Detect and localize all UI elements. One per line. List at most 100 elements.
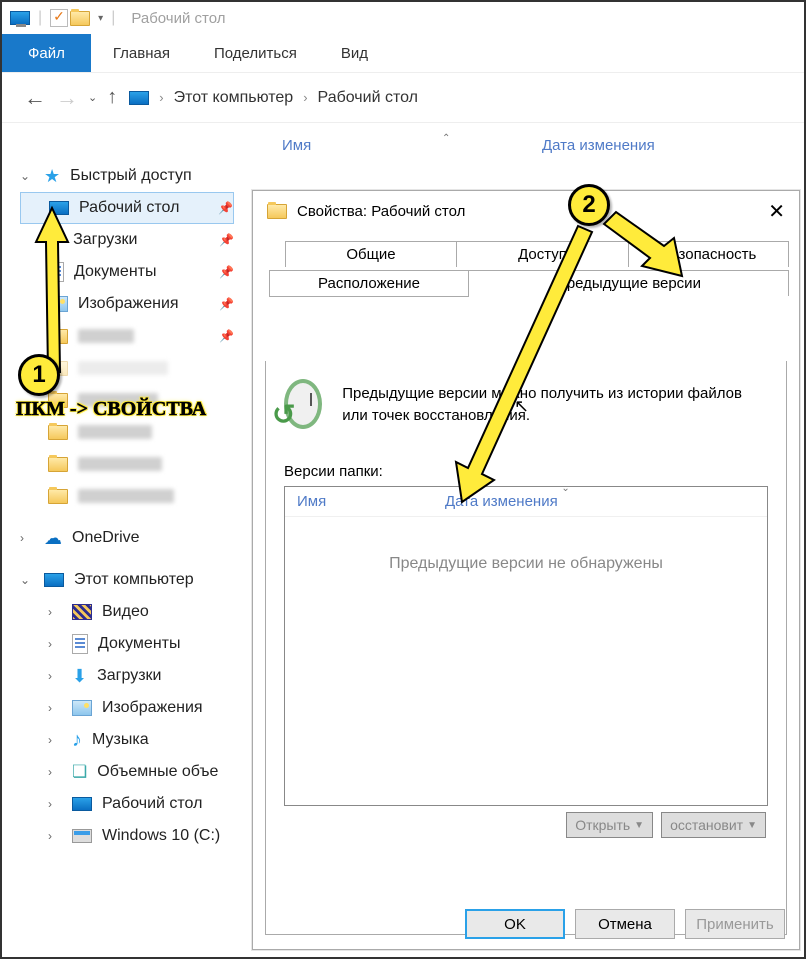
downloads-icon: ⬇ [72,666,87,687]
sort-indicator-icon: ⌄ [561,483,569,494]
tree-label: Объемные объе [97,763,218,781]
nav-forward-icon: → [56,85,78,111]
3d-objects-icon: ❏ [72,762,87,782]
quick-access-icon: ★ [44,166,60,187]
tree-item-documents[interactable]: ›Документы [20,628,234,660]
tree-label: Рабочий стол [79,199,179,217]
ribbon-file-tab[interactable]: Файл [2,34,91,72]
tree-item-music[interactable]: › ♪ Музыка [20,724,234,756]
address-bar[interactable]: › Этот компьютер › Рабочий стол [129,89,418,107]
expand-icon[interactable]: › [48,733,62,747]
cancel-button[interactable]: Отмена [575,909,675,939]
tree-label: Музыка [92,731,149,749]
tree-label: Изображения [102,699,203,717]
tree-item-pictures[interactable]: Изображения 📌 [20,288,234,320]
nav-history-caret[interactable]: ⌄ [88,91,97,104]
tree-item-drive-c[interactable]: ›Windows 10 (C:) [20,820,234,852]
pin-icon: 📌 [218,201,233,215]
pin-icon: 📌 [219,297,234,311]
expand-icon[interactable]: › [48,701,62,715]
tree-item-pictures[interactable]: › Изображения [20,692,234,724]
versions-label: Версии папки: [284,463,768,480]
apply-button: Применить [685,909,785,939]
expand-icon[interactable]: ⌄ [20,169,34,183]
versions-empty-text: Предыдущие версии не обнаружены [285,555,767,573]
tree-quick-access[interactable]: ⌄ ★ Быстрый доступ [20,160,234,192]
expand-icon[interactable]: › [48,829,62,843]
documents-icon [48,262,64,282]
tab-share[interactable]: Доступ [457,241,629,267]
tree-label: Документы [74,263,156,281]
tab-page-previous-versions: Предыдущие версии можно получить из исто… [265,361,787,935]
ribbon-tab-home[interactable]: Главная [91,34,192,72]
divider: | [38,9,42,27]
pin-icon: 📌 [219,233,234,247]
expand-icon[interactable]: › [48,797,62,811]
tree-onedrive[interactable]: › ☁ OneDrive [20,522,234,554]
tab-previous-versions[interactable]: Предыдущие версии [469,270,789,296]
tree-label: OneDrive [72,529,140,547]
column-date[interactable]: Дата изменения [542,137,655,154]
tree-item-desktop[interactable]: Рабочий стол 📌 [20,192,234,224]
ok-button[interactable]: OK [465,909,565,939]
tree-item-3dobjects[interactable]: › ❏ Объемные объе [20,756,234,788]
ribbon-tab-share[interactable]: Поделиться [192,34,319,72]
folder-icon [48,329,68,344]
column-name[interactable]: Имя⌃ [282,137,542,154]
tree-item-downloads[interactable]: ⬇ Загрузки 📌 [20,224,234,256]
tree-item-documents[interactable]: Документы 📌 [20,256,234,288]
tree-item-blurred[interactable] [20,448,234,480]
ribbon-tab-view[interactable]: Вид [319,34,390,72]
quick-access-toolbar[interactable] [50,9,90,27]
tree-this-pc[interactable]: ⌄ Этот компьютер [20,564,234,596]
tree-item-blurred[interactable]: 📌 [20,320,234,352]
close-icon[interactable]: ✕ [768,199,785,224]
tree-item-downloads[interactable]: ›⬇Загрузки [20,660,234,692]
tree-item-desktop[interactable]: ›Рабочий стол [20,788,234,820]
folder-icon [48,393,68,408]
versions-list[interactable]: Имя Дата изменения⌄ Предыдущие версии не… [284,486,768,806]
tree-label: Изображения [78,295,179,313]
folder-icon [48,457,68,472]
expand-icon[interactable]: › [48,669,62,683]
tab-location[interactable]: Расположение [269,270,469,297]
pictures-icon [48,296,68,312]
tree-label: Этот компьютер [74,571,194,589]
tree-item-videos[interactable]: ›Видео [20,596,234,628]
annotation-badge-2: 2 [568,184,610,226]
app-icon [10,11,30,25]
breadcrumb-desktop[interactable]: Рабочий стол [318,89,418,107]
downloads-icon: ⬇ [48,230,63,251]
tree-item-blurred[interactable] [20,480,234,512]
history-icon [284,379,322,429]
expand-icon[interactable]: › [48,637,62,651]
description-text: Предыдущие версии можно получить из исто… [342,379,768,427]
qa-properties-icon[interactable] [50,9,68,27]
expand-icon[interactable]: › [48,605,62,619]
nav-up-icon[interactable]: ↑ [107,86,117,109]
restore-button: осстановит▼ [661,812,766,838]
tab-security[interactable]: Безопасность [629,241,789,267]
music-icon: ♪ [72,729,82,752]
breadcrumb-icon [129,91,149,105]
tree-item-blurred[interactable] [20,416,234,448]
versions-col-date[interactable]: Дата изменения⌄ [445,493,558,510]
ribbon: Файл Главная Поделиться Вид [2,34,804,72]
qa-customize-caret[interactable]: ▾ [98,13,103,24]
expand-icon[interactable]: › [48,765,62,779]
expand-icon[interactable]: › [20,531,34,545]
tab-general[interactable]: Общие [285,241,457,267]
navigation-bar: ← → ⌄ ↑ › Этот компьютер › Рабочий стол [2,72,804,122]
dialog-titlebar[interactable]: Свойства: Рабочий стол ✕ [253,191,799,231]
breadcrumb-thispc[interactable]: Этот компьютер [174,89,294,107]
nav-back-icon[interactable]: ← [24,85,46,111]
documents-icon [72,634,88,654]
divider: | [111,9,115,27]
qa-newfolder-icon[interactable] [70,11,90,26]
chevron-icon[interactable]: › [155,90,167,105]
chevron-icon[interactable]: › [299,90,311,105]
versions-col-name[interactable]: Имя [285,493,445,510]
expand-icon[interactable]: ⌄ [20,573,34,587]
dialog-footer: OK Отмена Применить [253,909,799,939]
dialog-title-text: Свойства: Рабочий стол [297,203,465,220]
